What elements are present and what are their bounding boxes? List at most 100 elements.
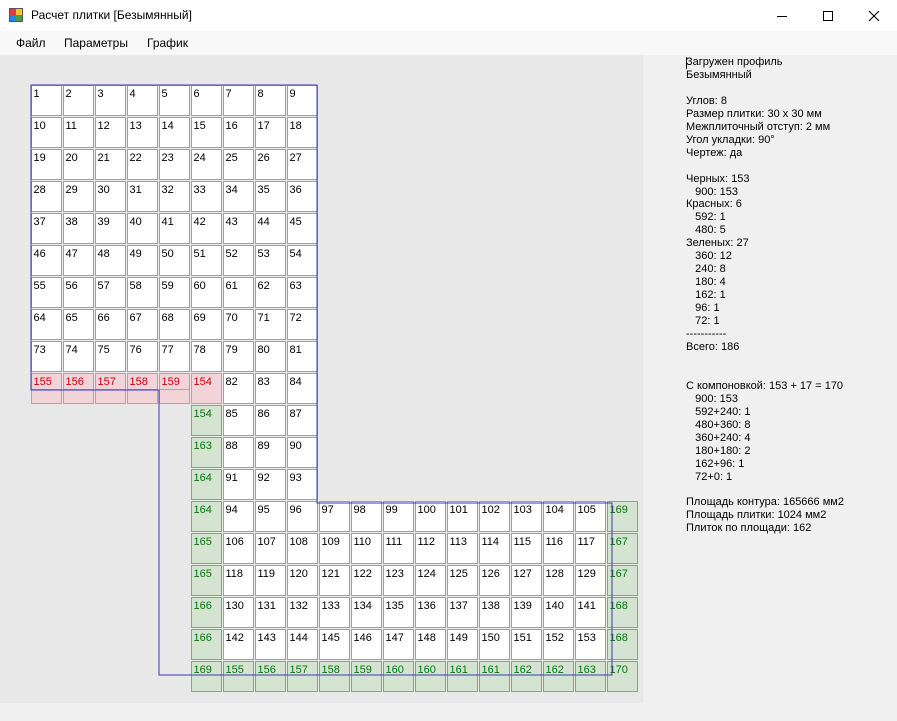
minimize-button[interactable] — [759, 0, 805, 31]
app-icon — [9, 8, 23, 22]
info-line: 180+180: 2 — [686, 444, 751, 457]
info-line: Площадь контура: 165666 мм2 — [686, 496, 844, 509]
info-line: 240: 8 — [686, 263, 726, 276]
info-line: 72: 1 — [686, 315, 720, 328]
tile-number: 87 — [290, 408, 302, 420]
tile-number: 165 — [194, 536, 212, 548]
tile-number: 147 — [386, 632, 404, 644]
tile-layout-drawing[interactable]: 1 2 3 4 5 6 7 8 910 11 12 13 14 15 16 17 1819 20 21 22 23 24 2… — [0, 55, 643, 703]
tile-number: 25 — [226, 152, 238, 164]
tile: 150 — [479, 629, 510, 660]
tile-number: 6 — [194, 88, 200, 100]
tile-number: 106 — [226, 536, 244, 548]
tile: 145 — [319, 629, 350, 660]
info-line: 162+96: 1 — [686, 457, 745, 470]
tile-number: 101 — [450, 504, 468, 516]
tile-number: 156 — [258, 664, 276, 676]
tile-number: 96 — [290, 504, 302, 516]
tile-number: 129 — [578, 568, 596, 580]
tile-number: 102 — [482, 504, 500, 516]
tile-red-part — [63, 389, 94, 404]
tile-number: 141 — [578, 600, 596, 612]
tile-number: 133 — [322, 600, 340, 612]
drawing-canvas-area[interactable]: 1 2 3 4 5 6 7 8 9 10 11 12 13 14 15 16 17 18 19 20 21 22 23 24 2… — [0, 55, 643, 703]
menu-file[interactable]: Файл — [16, 36, 46, 50]
tile-number: 57 — [98, 280, 110, 292]
tile-number: 26 — [258, 152, 270, 164]
tile-number: 2 — [66, 88, 72, 100]
tile-number: 27 — [290, 152, 302, 164]
tile-green: 156 — [255, 661, 286, 692]
close-button[interactable] — [851, 0, 897, 31]
tile: 39 — [95, 213, 126, 244]
maximize-button[interactable] — [805, 0, 851, 31]
tile-number: 160 — [386, 664, 404, 676]
tile-number: 127 — [514, 568, 532, 580]
tile: 6 — [191, 85, 222, 116]
tile-number: 90 — [290, 440, 302, 452]
tile-green: 165 — [191, 565, 222, 596]
tile-number: 47 — [66, 248, 78, 260]
tile-number: 116 — [546, 536, 564, 548]
tile: 56 — [63, 277, 94, 308]
tile: 123 — [383, 565, 414, 596]
tile-number: 161 — [450, 664, 468, 676]
tile-number: 63 — [290, 280, 302, 292]
tile-number: 97 — [322, 504, 334, 516]
tile: 149 — [447, 629, 478, 660]
tile: 42 — [191, 213, 222, 244]
tile-number: 158 — [322, 664, 340, 676]
tile: 120 — [287, 565, 318, 596]
tile-green: 162 — [511, 661, 542, 692]
tile-number: 139 — [514, 600, 532, 612]
tile-number: 126 — [482, 568, 500, 580]
tile-number: 149 — [450, 632, 468, 644]
info-line: 96: 1 — [686, 302, 720, 315]
tile: 22 — [127, 149, 158, 180]
tile-number: 121 — [322, 568, 340, 580]
tile-number: 36 — [290, 184, 302, 196]
tile-green: 162 — [543, 661, 574, 692]
info-line: Размер плитки: 30 x 30 мм — [686, 107, 822, 120]
tile: 59 — [159, 277, 190, 308]
tile: 101 — [447, 501, 478, 532]
tile: 125 — [447, 565, 478, 596]
tile: 89 — [255, 437, 286, 468]
tile: 30 — [95, 181, 126, 212]
tile: 117 — [575, 533, 606, 564]
tile: 24 — [191, 149, 222, 180]
tile: 32 — [159, 181, 190, 212]
tile-number: 164 — [194, 504, 212, 516]
tile: 96 — [287, 501, 318, 532]
tile: 108 — [287, 533, 318, 564]
info-line: 162: 1 — [686, 289, 726, 302]
info-line: 360: 12 — [686, 250, 732, 263]
tile-green: 166 — [191, 597, 222, 628]
info-line: Черных: 153 — [686, 172, 750, 185]
tile-number: 55 — [34, 280, 46, 292]
tile-number: 38 — [66, 216, 78, 228]
tile-number: 59 — [162, 280, 174, 292]
tile-green: 165 — [191, 533, 222, 564]
tile-number: 157 — [290, 664, 308, 676]
tile-number: 30 — [98, 184, 110, 196]
tile-number: 14 — [162, 120, 174, 132]
tile-number: 164 — [194, 472, 212, 484]
tile-number: 64 — [34, 312, 46, 324]
tile: 4 — [127, 85, 158, 116]
tile-number: 22 — [130, 152, 142, 164]
tile: 135 — [383, 597, 414, 628]
menu-chart[interactable]: График — [147, 36, 188, 50]
tile: 57 — [95, 277, 126, 308]
text-caret — [686, 57, 687, 69]
tile: 9 — [287, 85, 318, 116]
tile-number: 88 — [226, 440, 238, 452]
tile-number: 74 — [66, 344, 78, 356]
close-icon — [868, 10, 880, 21]
menu-parameters[interactable]: Параметры — [64, 36, 128, 50]
tile-number: 148 — [418, 632, 436, 644]
tile: 17 — [255, 117, 286, 148]
tile-number: 105 — [578, 504, 596, 516]
info-line: Красных: 6 — [686, 198, 742, 211]
tile-green: 157 — [287, 661, 318, 692]
